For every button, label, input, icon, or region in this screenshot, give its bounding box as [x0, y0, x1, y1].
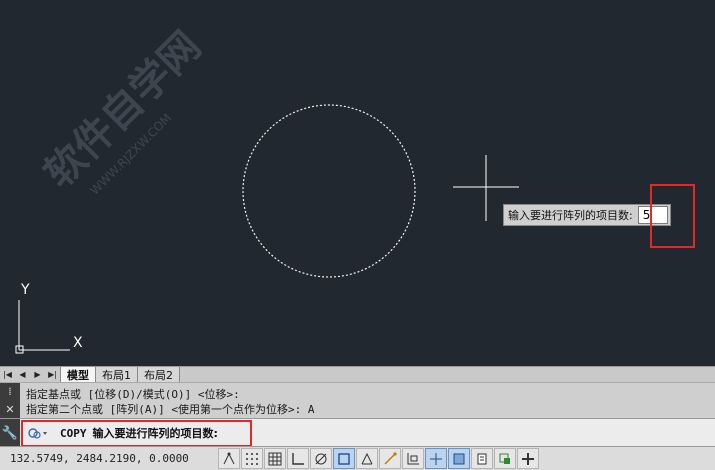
dynamic-prompt-label: 输入要进行阵列的项目数:: [508, 209, 633, 222]
object-snap-tracking-icon[interactable]: [379, 448, 401, 469]
tab-bar-fill: [180, 367, 715, 382]
quick-properties-icon[interactable]: [494, 448, 516, 469]
transparency-icon[interactable]: [471, 448, 493, 469]
next-tab-icon[interactable]: ▶: [30, 367, 45, 382]
prev-tab-icon[interactable]: ◀: [15, 367, 30, 382]
selected-circle[interactable]: [242, 104, 416, 278]
tab-layout2[interactable]: 布局2: [138, 367, 180, 382]
highlight-box-command: [21, 420, 252, 447]
lineweight-icon[interactable]: [448, 448, 470, 469]
tab-layout1[interactable]: 布局1: [96, 367, 138, 382]
history-line: 指定第二个点或 [阵列(A)] <使用第一个点作为位移>: A: [26, 403, 315, 416]
grid-display-icon[interactable]: [264, 448, 286, 469]
tab-model[interactable]: 模型: [60, 367, 96, 382]
layout-tab-bar: |◀ ◀ ▶ ▶| 模型 布局1 布局2: [0, 366, 715, 382]
grip-icon[interactable]: ⁞: [8, 386, 12, 398]
infer-constraints-icon[interactable]: [218, 448, 240, 469]
last-tab-icon[interactable]: ▶|: [45, 367, 60, 382]
object-snap-icon[interactable]: [333, 448, 355, 469]
first-tab-icon[interactable]: |◀: [0, 367, 15, 382]
history-lines: 指定基点或 [位移(D)/模式(O)] <位移>: 指定第二个点或 [阵列(A)…: [26, 387, 314, 417]
ucs-y-label: Y: [20, 282, 30, 298]
selection-cycling-icon[interactable]: [517, 448, 539, 469]
snap-mode-icon[interactable]: [241, 448, 263, 469]
highlight-box-input: [650, 184, 695, 248]
dynamic-input-tooltip: 输入要进行阵列的项目数: 5: [503, 204, 671, 226]
close-icon[interactable]: ✕: [5, 404, 14, 416]
ortho-mode-icon[interactable]: [287, 448, 309, 469]
3d-object-snap-icon[interactable]: [356, 448, 378, 469]
ucs-x-label: X: [73, 335, 83, 351]
customize-wrench-icon[interactable]: 🔧: [0, 419, 20, 447]
drawing-canvas[interactable]: Y X 软件自学网 WWW.RJZXW.COM 输入要进行阵列的项目数: 5: [0, 0, 715, 366]
dynamic-input-icon[interactable]: [425, 448, 447, 469]
history-side-panel: ⁞ ✕: [0, 383, 20, 419]
history-line: 指定基点或 [位移(D)/模式(O)] <位移>:: [26, 388, 240, 401]
coordinates-readout[interactable]: 132.5749, 2484.2190, 0.0000: [0, 452, 218, 465]
command-history: ⁞ ✕ 指定基点或 [位移(D)/模式(O)] <位移>: 指定第二个点或 [阵…: [0, 382, 715, 419]
dynamic-ucs-icon[interactable]: [402, 448, 424, 469]
polar-tracking-icon[interactable]: [310, 448, 332, 469]
ucs-icon: [15, 300, 70, 354]
drawing-area: Y X: [15, 104, 519, 354]
status-bar: 132.5749, 2484.2190, 0.0000: [0, 446, 715, 470]
